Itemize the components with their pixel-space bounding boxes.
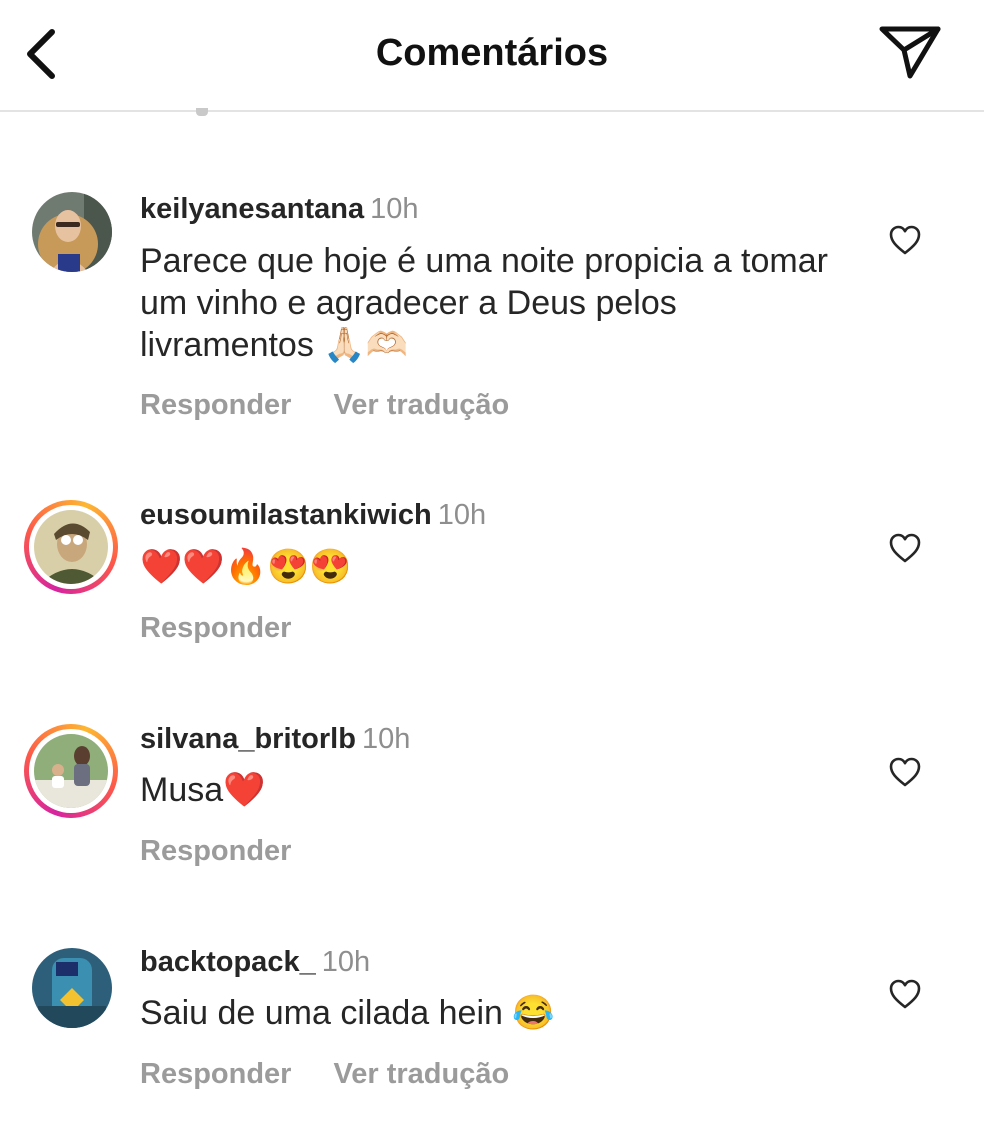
avatar-keilyanesantana[interactable] xyxy=(24,186,118,280)
reply-button[interactable]: Responder xyxy=(140,389,291,421)
header-bar: Comentários xyxy=(0,0,984,112)
comment-username[interactable]: eusoumilastankiwich xyxy=(140,499,432,531)
comment-text: ❤️❤️🔥😍😍 xyxy=(140,548,352,586)
avatar-image xyxy=(32,192,112,272)
comment-text: Saiu de uma cilada hein 😂 xyxy=(140,994,555,1032)
translate-button[interactable]: Ver tradução xyxy=(333,1058,509,1090)
comment-username[interactable]: backtopack_ xyxy=(140,946,316,978)
comment-time: 10h xyxy=(361,723,411,755)
reply-button[interactable]: Responder xyxy=(140,1058,291,1090)
comment-text: Musa❤️ xyxy=(140,771,266,809)
comment-text: Parece que hoje é uma noite propicia a t… xyxy=(140,242,828,364)
avatar-image xyxy=(32,948,112,1028)
like-button[interactable] xyxy=(888,224,922,256)
comment-meta: keilyanesantana 10h xyxy=(140,192,418,226)
avatar-image xyxy=(34,734,108,808)
avatar-silvana_britorlb[interactable] xyxy=(24,724,118,818)
heart-outline-icon xyxy=(889,979,921,1009)
heart-outline-icon xyxy=(889,533,921,563)
comment-meta: silvana_britorlb 10h xyxy=(140,722,410,756)
avatar-image xyxy=(34,510,108,584)
paper-plane-icon xyxy=(879,26,941,79)
comment-meta: eusoumilastankiwich 10h xyxy=(140,498,486,532)
comment-username[interactable]: keilyanesantana xyxy=(140,193,364,225)
comment-meta: backtopack_ 10h xyxy=(140,945,370,979)
share-button[interactable] xyxy=(878,24,942,82)
translate-button[interactable]: Ver tradução xyxy=(333,389,509,421)
scroll-fragment xyxy=(196,108,208,116)
comment-time: 10h xyxy=(370,193,419,225)
comment-actions: Responder xyxy=(140,611,291,645)
comment-username[interactable]: silvana_britorlb xyxy=(140,723,356,755)
comment-time: 10h xyxy=(437,499,487,531)
avatar-eusoumilastankiwich[interactable] xyxy=(24,500,118,594)
comment-time: 10h xyxy=(321,946,371,978)
heart-outline-icon xyxy=(889,225,921,255)
like-button[interactable] xyxy=(888,978,922,1010)
reply-button[interactable]: Responder xyxy=(140,612,291,644)
like-button[interactable] xyxy=(888,756,922,788)
comment-actions: Responder Ver tradução xyxy=(140,388,509,422)
reply-button[interactable]: Responder xyxy=(140,835,291,867)
heart-outline-icon xyxy=(889,757,921,787)
comment-actions: Responder Ver tradução xyxy=(140,1057,509,1091)
avatar-backtopack_[interactable] xyxy=(24,942,118,1036)
like-button[interactable] xyxy=(888,532,922,564)
comment-actions: Responder xyxy=(140,834,291,868)
page-title: Comentários xyxy=(375,32,609,74)
